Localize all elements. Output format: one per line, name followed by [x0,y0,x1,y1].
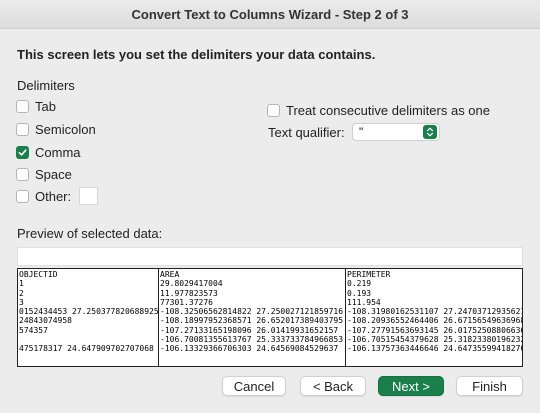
window-title-text: Convert Text to Columns Wizard - Step 2 … [131,6,409,22]
delimiters-label: Delimiters [17,78,75,93]
preview-label: Preview of selected data: [17,226,163,241]
treat-consecutive-label: Treat consecutive delimiters as one [286,102,491,118]
tab-checkbox-box[interactable] [16,99,29,113]
treat-consecutive-checkbox-box[interactable] [267,103,280,117]
next-button[interactable]: Next > [378,376,444,396]
finish-button[interactable]: Finish [456,376,523,396]
other-delimiter-input[interactable] [79,187,99,205]
semicolon-checkbox[interactable]: Semicolon [16,120,96,138]
data-preview-pane[interactable]: OBJECTID 1 2 3 0152434453 27.25037782068… [17,268,523,367]
text-qualifier-select[interactable]: " [352,123,440,141]
comma-checkbox[interactable]: Comma [16,143,81,161]
semicolon-checkbox-box[interactable] [16,122,29,136]
chevron-updown-icon[interactable] [423,125,437,139]
space-checkbox-label: Space [35,166,72,182]
checkmark-icon [18,148,27,156]
space-checkbox-box[interactable] [16,167,29,181]
preview-column[interactable]: AREA 29.8029417004 11.977823573 77301.37… [159,269,346,366]
step-instructions: This screen lets you set the delimiters … [17,47,376,62]
back-button[interactable]: < Back [300,376,366,396]
treat-consecutive-checkbox[interactable]: Treat consecutive delimiters as one [267,101,490,119]
space-checkbox[interactable]: Space [16,165,72,183]
tab-checkbox[interactable]: Tab [16,97,56,115]
preview-column[interactable]: OBJECTID 1 2 3 0152434453 27.25037782068… [19,269,159,366]
preview-header-strip [17,247,523,266]
preview-column[interactable]: PERIMETER 0.219 0.193 111.954 -108.31980… [346,269,522,366]
other-checkbox[interactable]: Other: [16,187,99,205]
comma-checkbox-label: Comma [35,144,81,160]
window-title: Convert Text to Columns Wizard - Step 2 … [0,0,540,29]
text-qualifier-value: " [359,125,364,139]
other-checkbox-label: Other: [35,188,72,204]
cancel-button[interactable]: Cancel [222,376,286,396]
tab-checkbox-label: Tab [35,98,56,114]
other-checkbox-box[interactable] [16,189,29,203]
text-qualifier-label: Text qualifier: [268,125,345,140]
comma-checkbox-box[interactable] [16,145,29,159]
semicolon-checkbox-label: Semicolon [35,121,96,137]
